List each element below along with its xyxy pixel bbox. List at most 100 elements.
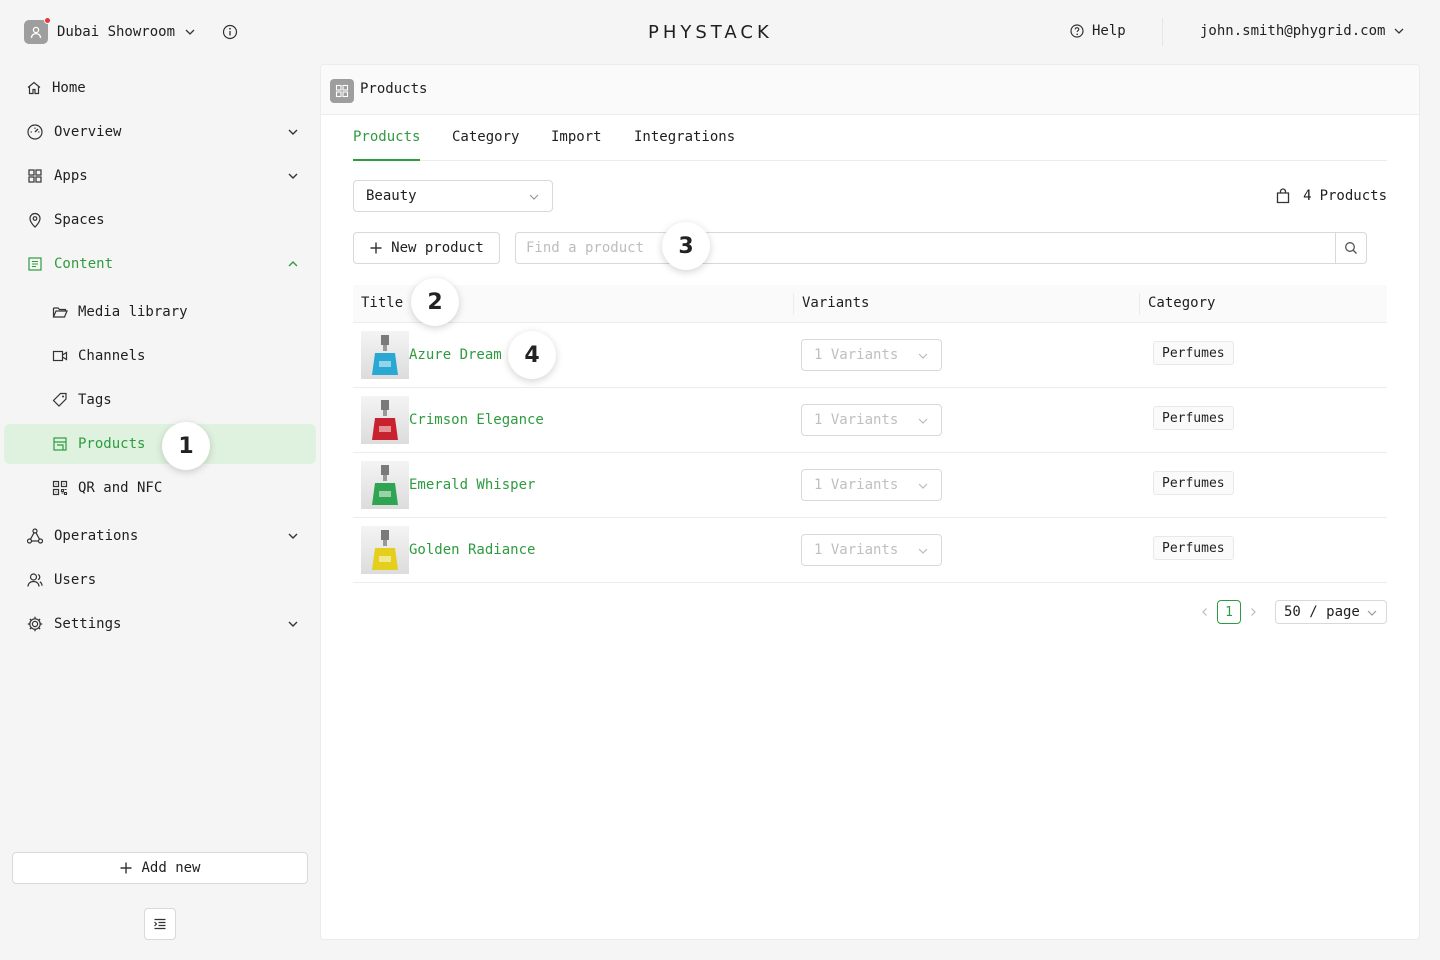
sidebar-item-label: Users [54,572,97,588]
variants-select[interactable]: 1 Variants [801,534,942,566]
menu-fold-icon [154,918,166,930]
products-table: Title Variants Category Azure Dream 1 Va… [353,285,1387,583]
variants-value: 1 Variants [814,477,899,493]
sidebar-item-label: Channels [78,348,146,364]
column-header-title: Title [361,295,404,311]
add-new-button[interactable]: Add new [12,852,308,884]
chevron-down-icon [918,353,928,359]
product-title-link[interactable]: Crimson Elegance [409,412,544,428]
variants-value: 1 Variants [814,542,899,558]
sidebar-item-label: Overview [54,124,122,140]
phystack-logo: PHYSTACK [648,22,773,42]
tab-import[interactable]: Import [551,129,602,161]
plus-icon [370,242,382,254]
sidebar-item-label: Tags [78,392,112,408]
product-thumbnail[interactable] [361,461,409,509]
info-icon[interactable] [222,24,238,40]
product-title-link[interactable]: Golden Radiance [409,542,535,558]
sidebar-item-operations[interactable]: Operations [26,524,138,548]
sidebar-item-overview[interactable]: Overview [26,120,121,144]
products-grid-icon [330,79,354,103]
account-menu[interactable]: john.smith@phygrid.com [1200,23,1405,39]
page-number[interactable]: 1 [1217,600,1241,624]
table-header: Title Variants Category [353,285,1387,323]
search-button[interactable] [1335,233,1366,263]
sidebar-item-products[interactable]: Products [52,432,145,456]
product-title-link[interactable]: Azure Dream [409,347,502,363]
new-product-button[interactable]: New product [353,232,500,264]
sidebar-item-qr-nfc[interactable]: QR and NFC [52,476,162,500]
column-header-category: Category [1148,295,1216,311]
variants-select[interactable]: 1 Variants [801,404,942,436]
variants-value: 1 Variants [814,347,899,363]
chevron-down-icon[interactable] [286,125,300,139]
pagination: 1 50 / page [1193,600,1387,624]
perfume-bottle-image [372,400,398,440]
help-circle-icon [1070,24,1084,38]
workspace-switcher[interactable]: Dubai Showroom [24,17,196,44]
network-nodes-icon [26,528,44,544]
product-search [515,232,1367,264]
prev-page-button[interactable] [1193,600,1217,624]
product-title-link[interactable]: Emerald Whisper [409,477,535,493]
callout-marker: 1 [162,422,210,470]
variants-select[interactable]: 1 Variants [801,469,942,501]
main-panel: Products Products Category Import Integr… [320,64,1420,940]
chevron-down-icon[interactable] [286,617,300,631]
next-page-button[interactable] [1241,600,1265,624]
video-camera-icon [52,350,68,362]
sidebar-item-label: Apps [54,168,88,184]
category-filter-select[interactable]: Beauty [353,180,553,212]
workspace-avatar [24,17,51,44]
sidebar-item-label: Home [52,80,86,96]
perfume-bottle-image [372,530,398,570]
sidebar-active-highlight [4,424,316,464]
sidebar-item-content[interactable]: Content [26,252,113,276]
sidebar-item-apps[interactable]: Apps [26,164,88,188]
user-icon [30,26,42,39]
account-email: john.smith@phygrid.com [1200,23,1386,39]
column-separator [1139,293,1140,315]
search-input[interactable] [516,233,1335,263]
help-link[interactable]: Help [1070,23,1126,39]
sidebar-item-spaces[interactable]: Spaces [26,208,105,232]
sidebar-item-label: Operations [54,528,139,544]
product-count-label: Products [1319,188,1387,204]
tab-category[interactable]: Category [452,129,519,161]
dashboard-gauge-icon [27,124,43,140]
chevron-down-icon[interactable] [286,169,300,183]
product-thumbnail[interactable] [361,396,409,444]
variants-select[interactable]: 1 Variants [801,339,942,371]
collapse-sidebar-button[interactable] [144,908,176,940]
tab-integrations[interactable]: Integrations [634,129,735,161]
shopping-bag-icon [1276,188,1290,204]
svg-text:PHYSTACK: PHYSTACK [648,22,773,42]
tab-products[interactable]: Products [353,129,421,161]
sidebar-item-channels[interactable]: Channels [52,344,145,368]
sidebar-item-tags[interactable]: Tags [52,388,112,412]
notification-dot [44,17,51,24]
chevron-up-icon[interactable] [286,257,300,271]
workspace-name: Dubai Showroom [57,24,176,40]
chevron-down-icon[interactable] [286,529,300,543]
sidebar-item-users[interactable]: Users [26,568,96,592]
add-new-label: Add new [141,860,201,876]
chevron-down-icon [918,418,928,424]
sidebar-item-media-library[interactable]: Media library [52,300,188,324]
product-thumbnail[interactable] [361,331,409,379]
sidebar-item-settings[interactable]: Settings [26,612,121,636]
category-tag: Perfumes [1153,406,1234,430]
sidebar-item-home[interactable]: Home [26,76,86,100]
perfume-bottle-image [372,335,398,375]
category-tag: Perfumes [1153,536,1234,560]
content-list-icon [28,257,42,271]
new-product-label: New product [391,240,484,256]
top-bar: Dubai Showroom PHYSTACK Help john.smith@… [0,0,1440,64]
sidebar-item-label: Settings [54,616,122,632]
panel-header: Products [321,65,1419,115]
product-thumbnail[interactable] [361,526,409,574]
chevron-right-icon [1251,608,1256,616]
store-icon [53,437,67,451]
page-size-select[interactable]: 50 / page [1275,600,1387,624]
callout-marker: 2 [411,278,459,326]
